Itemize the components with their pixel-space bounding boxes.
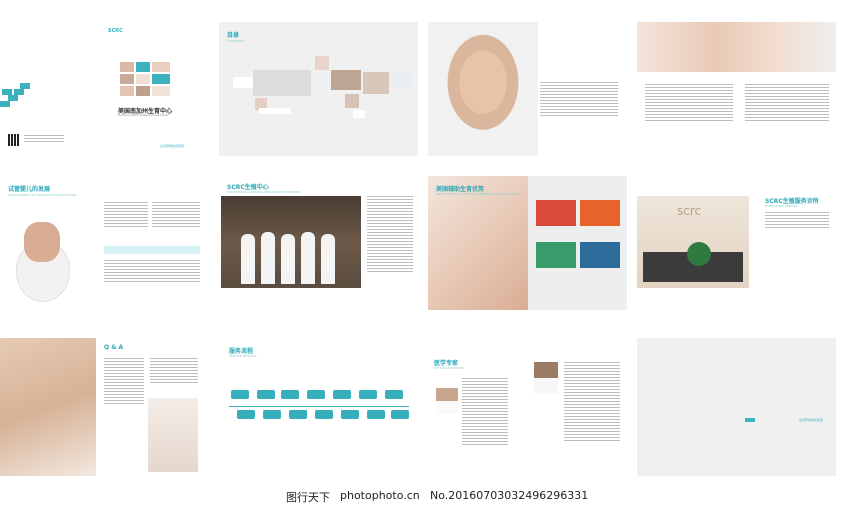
watermark-site-en: photophoto.cn (340, 489, 420, 502)
watermark-site-cn: 图行天下 (286, 491, 330, 504)
experts-spread: 医学专家 PHYSICIAN EXPERTS (428, 338, 627, 476)
egg-baby-photo (8, 202, 72, 302)
toc-title: 目录 (227, 32, 240, 39)
center-spread: SCRC生殖中心 SOUTHERN CALIFORNIA REPRODUCTIV… (219, 176, 418, 310)
cover-tagline: 生育梦想的实现者 (160, 144, 185, 148)
back-tagline: 生育梦想的实现者 (799, 418, 824, 422)
toc-spread: 目录 CONTENTS (219, 22, 418, 156)
qa-title: Q & A (104, 344, 124, 351)
experts-subtitle: PHYSICIAN EXPERTS (434, 366, 465, 370)
cover-spread: SCRC 美国南加州生育中心 Southern California Repro… (0, 22, 209, 156)
team-photo (221, 196, 361, 288)
cover-subtitle: Southern California Reproductive Center (118, 114, 169, 117)
mother-photo (0, 338, 96, 476)
ivf-subtitle: DEVELOPMENT OF ASSISTED REPRODUCTION (8, 193, 77, 197)
pregnant-photo (148, 398, 198, 472)
center-subtitle: SOUTHERN CALIFORNIA REPRODUCTIVE CENTER (227, 190, 301, 194)
cover-brand: SCRC (108, 28, 123, 34)
advantage-subtitle: ADVANTAGES OF ASSISTED REPRODUCTION IN T… (436, 192, 519, 196)
clinic-logo: scrc (677, 204, 702, 218)
babies-spread (637, 22, 836, 156)
toc-subtitle: CONTENTS (227, 39, 244, 43)
cover-photo-collage (120, 62, 172, 102)
ivf-development-spread: 试管婴儿的发展 DEVELOPMENT OF ASSISTED REPRODUC… (0, 176, 209, 310)
qa-spread: Q & A (0, 338, 209, 476)
back-logo-icon (745, 418, 755, 422)
service-subtitle: SERVICE PROCESS (229, 354, 257, 358)
brochure-sheet: { "pages": { "cover": { "brand": "SCRC",… (0, 0, 842, 507)
doctor-photo-1 (436, 388, 458, 414)
service-spread: 服务流程 SERVICE PROCESS (219, 338, 418, 476)
ivf-title: 试管婴儿的发展 (8, 186, 51, 193)
mother-baby-photo (428, 176, 528, 310)
clinic-spread: scrc SCRC生殖服务诊所 SCRC CLINIC SERVICE (637, 176, 836, 310)
watermark-footer: 图行天下 photophoto.cn No.201607030324962963… (0, 485, 842, 507)
preface-title: 前言 (608, 30, 621, 37)
baby-photo (428, 22, 538, 156)
doctor-photo-2 (534, 362, 558, 394)
babies-photo (637, 22, 836, 72)
clinic-photo: scrc (637, 196, 749, 288)
advantage-spread: 美国辅助生育优势 ADVANTAGES OF ASSISTED REPRODUC… (428, 176, 627, 310)
back-cover-spread: 生育梦想的实现者 (637, 338, 836, 476)
preface-spread: 前言 (428, 22, 627, 156)
qr-code-icon (8, 134, 20, 146)
clinic-subtitle: SCRC CLINIC SERVICE (765, 204, 798, 208)
watermark-id: No.20160703032496296331 (430, 489, 589, 502)
